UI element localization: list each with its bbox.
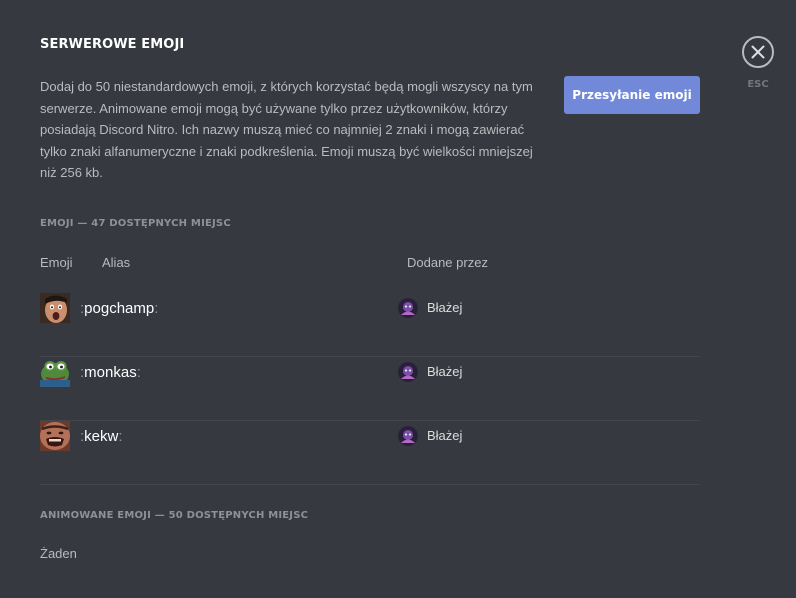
pogchamp-face-icon [40,293,70,323]
emoji-alias-name[interactable]: monkas [84,364,137,381]
emoji-row[interactable]: :pogchamp: Błażej [40,293,700,357]
added-by-user: Błażej [427,428,463,443]
esc-label: ESC [747,79,769,90]
user-avatar [398,426,418,446]
emoji-alias-name[interactable]: kekw [84,428,118,445]
monkas-frog-icon [40,361,70,387]
close-icon [751,45,765,59]
close-control: ESC [740,36,776,90]
emoji-alias[interactable]: :pogchamp: [80,300,158,317]
user-avatar [398,362,418,382]
emoji-section-header: EMOJI — 47 DOSTĘPNYCH MIEJSC [40,218,231,229]
server-emoji-settings-page: SERWEROWE EMOJI Dodaj do 50 niestandardo… [0,0,796,598]
emoji-alias[interactable]: :kekw: [80,428,123,445]
upload-emoji-button[interactable]: Przesyłanie emoji [564,76,700,114]
added-by-user: Błażej [427,364,463,379]
page-title: SERWEROWE EMOJI [40,37,185,52]
column-header-emoji: Emoji [40,255,73,270]
animated-emoji-empty-text: Żaden [40,546,77,561]
animated-emoji-section-header: ANIMOWANE EMOJI — 50 DOSTĘPNYCH MIEJSC [40,510,309,521]
close-button[interactable] [742,36,774,68]
emoji-row[interactable]: :monkas: Błażej [40,357,700,421]
column-header-added-by: Dodane przez [407,255,488,270]
kekw-face-icon [40,421,70,451]
emoji-alias-name[interactable]: pogchamp [84,300,154,317]
user-avatar [398,298,418,318]
emoji-alias[interactable]: :monkas: [80,364,141,381]
column-header-alias: Alias [102,255,131,270]
emoji-description: Dodaj do 50 niestandardowych emoji, z kt… [40,79,533,180]
added-by-user: Błażej [427,300,463,315]
emoji-row[interactable]: :kekw: Błażej [40,421,700,485]
